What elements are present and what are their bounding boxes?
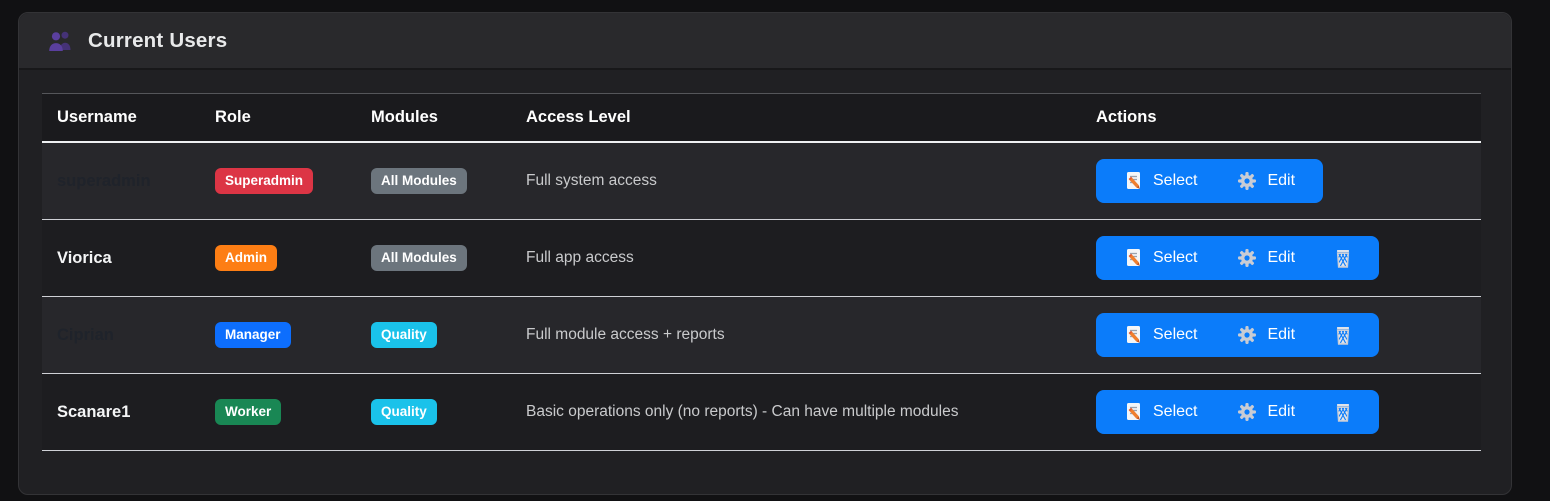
panel-body: Username Role Modules Access Level Actio… <box>19 70 1511 451</box>
table-row: superadmin Superadmin All Modules Full s… <box>42 143 1481 220</box>
trash-icon <box>1333 325 1353 346</box>
edit-button-label: Edit <box>1267 249 1295 267</box>
edit-button-label: Edit <box>1267 172 1295 190</box>
trash-icon <box>1333 402 1353 423</box>
gear-icon <box>1237 325 1257 345</box>
username-cell: Viorica <box>42 249 200 268</box>
access-level-text: Full app access <box>526 249 634 266</box>
edit-button[interactable]: Edit <box>1217 159 1315 203</box>
edit-button[interactable]: Edit <box>1217 236 1315 280</box>
role-cell: Admin <box>200 245 356 271</box>
gear-icon <box>1237 402 1257 422</box>
role-cell: Manager <box>200 322 356 348</box>
modules-cell: Quality <box>356 399 511 425</box>
modules-cell: Quality <box>356 322 511 348</box>
role-badge: Admin <box>215 245 277 271</box>
action-button-group: Select <box>1096 159 1323 203</box>
memo-icon <box>1124 171 1143 191</box>
access-level-cell: Full module access + reports <box>511 326 1081 344</box>
gear-icon <box>1237 171 1257 191</box>
gear-icon <box>1237 248 1257 268</box>
users-table: Username Role Modules Access Level Actio… <box>42 93 1481 451</box>
action-button-group: Select <box>1096 313 1379 357</box>
access-level-text: Full system access <box>526 172 657 189</box>
memo-icon <box>1124 248 1143 268</box>
memo-icon <box>1124 325 1143 345</box>
module-badge: All Modules <box>371 245 467 271</box>
column-header-username: Username <box>42 108 200 127</box>
access-level-text: Basic operations only (no reports) - Can… <box>526 403 959 420</box>
module-badge: All Modules <box>371 168 467 194</box>
action-button-group: Select <box>1096 390 1379 434</box>
role-badge: Superadmin <box>215 168 313 194</box>
column-header-modules: Modules <box>356 108 511 127</box>
username-text: Viorica <box>57 249 112 267</box>
username-text: Ciprian <box>57 326 114 344</box>
actions-cell: Select <box>1081 236 1481 280</box>
table-row: Viorica Admin All Modules Full app acces… <box>42 220 1481 297</box>
table-row: Scanare1 Worker Quality Basic operations… <box>42 374 1481 451</box>
role-badge: Manager <box>215 322 291 348</box>
role-badge: Worker <box>215 399 281 425</box>
delete-button[interactable] <box>1315 390 1371 434</box>
actions-cell: Select <box>1081 390 1481 434</box>
table-body: superadmin Superadmin All Modules Full s… <box>42 143 1481 451</box>
edit-button-label: Edit <box>1267 326 1295 344</box>
access-level-cell: Full system access <box>511 172 1081 190</box>
username-text: Scanare1 <box>57 403 130 421</box>
trash-icon <box>1333 248 1353 269</box>
action-button-group: Select <box>1096 236 1379 280</box>
role-cell: Superadmin <box>200 168 356 194</box>
edit-button[interactable]: Edit <box>1217 313 1315 357</box>
select-button[interactable]: Select <box>1104 236 1217 280</box>
panel-header: Current Users <box>19 13 1511 70</box>
select-button-label: Select <box>1153 326 1197 344</box>
delete-button[interactable] <box>1315 236 1371 280</box>
select-button[interactable]: Select <box>1104 390 1217 434</box>
memo-icon <box>1124 402 1143 422</box>
username-cell: Scanare1 <box>42 403 200 422</box>
select-button-label: Select <box>1153 403 1197 421</box>
select-button[interactable]: Select <box>1104 159 1217 203</box>
modules-cell: All Modules <box>356 168 511 194</box>
access-level-cell: Full app access <box>511 249 1081 267</box>
page-title: Current Users <box>88 29 227 53</box>
username-text: superadmin <box>57 172 151 190</box>
column-header-actions: Actions <box>1081 108 1481 127</box>
username-cell: Ciprian <box>42 326 200 345</box>
select-button-label: Select <box>1153 249 1197 267</box>
username-cell: superadmin <box>42 172 200 191</box>
select-button[interactable]: Select <box>1104 313 1217 357</box>
role-cell: Worker <box>200 399 356 425</box>
module-badge: Quality <box>371 322 437 348</box>
current-users-panel: Current Users Username Role Modules Acce… <box>18 12 1512 495</box>
table-row: Ciprian Manager Quality Full module acce… <box>42 297 1481 374</box>
module-badge: Quality <box>371 399 437 425</box>
access-level-text: Full module access + reports <box>526 326 725 343</box>
access-level-cell: Basic operations only (no reports) - Can… <box>511 403 1081 421</box>
select-button-label: Select <box>1153 172 1197 190</box>
column-header-role: Role <box>200 108 356 127</box>
actions-cell: Select <box>1081 313 1481 357</box>
edit-button-label: Edit <box>1267 403 1295 421</box>
column-header-access-level: Access Level <box>511 108 1081 127</box>
edit-button[interactable]: Edit <box>1217 390 1315 434</box>
actions-cell: Select <box>1081 159 1481 203</box>
delete-button[interactable] <box>1315 313 1371 357</box>
users-icon <box>47 29 74 52</box>
modules-cell: All Modules <box>356 245 511 271</box>
table-header-row: Username Role Modules Access Level Actio… <box>42 93 1481 143</box>
